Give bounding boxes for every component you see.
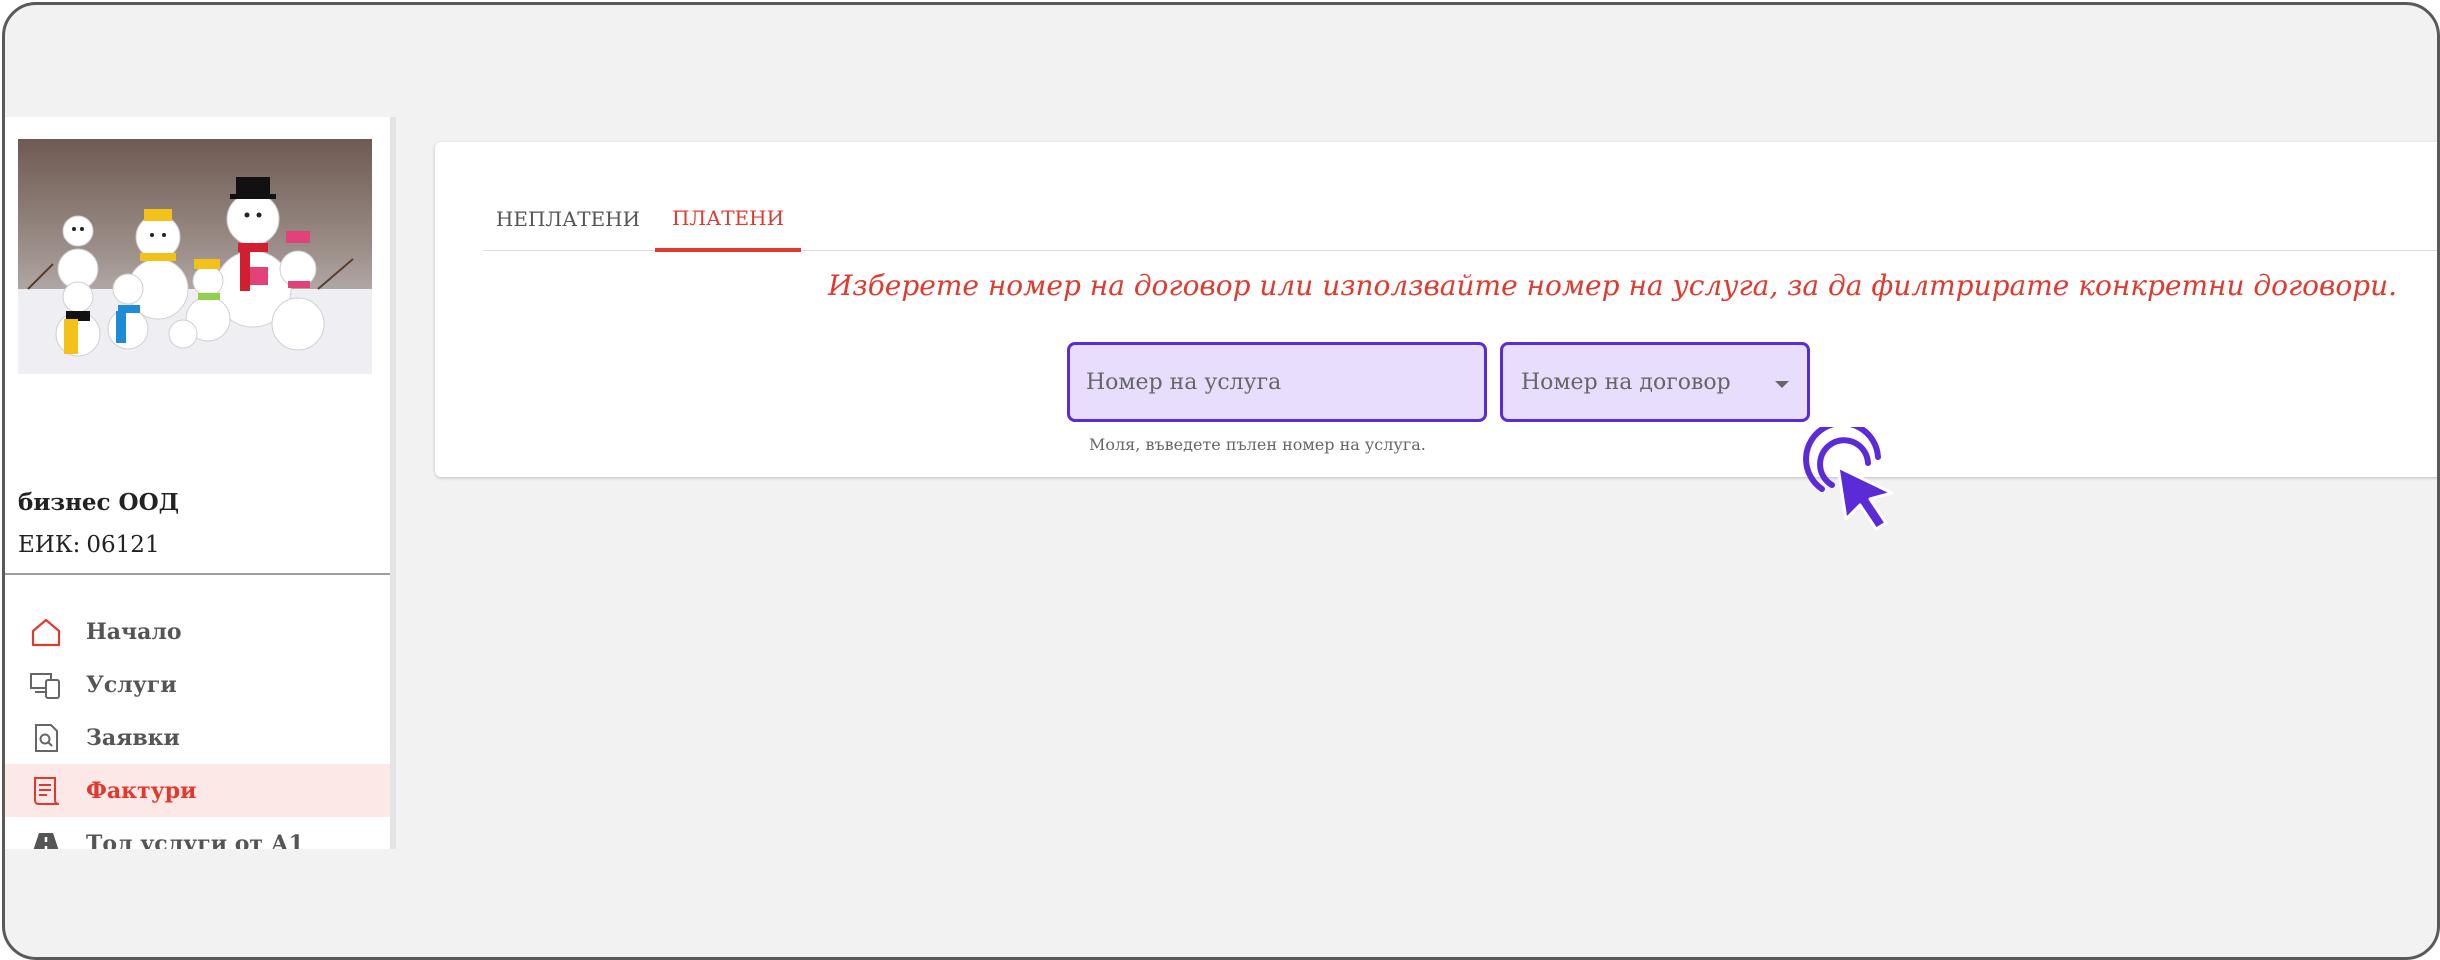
sidebar-item-toll[interactable]: Тол услуги от А1: [5, 817, 390, 849]
sidebar-item-invoices[interactable]: Фактури: [5, 764, 390, 817]
sidebar-item-label: Фактури: [86, 777, 197, 804]
chevron-down-icon: [1775, 381, 1789, 388]
sidebar-item-label: Начало: [86, 618, 182, 645]
service-number-placeholder: Номер на услуга: [1086, 369, 1282, 395]
sidebar-item-requests[interactable]: Заявки: [5, 711, 390, 764]
filter-notice: Изберете номер на договор или използвайт…: [828, 269, 2398, 302]
service-number-hint: Моля, въведете пълен номер на услуга.: [1089, 435, 1426, 454]
tab-unpaid[interactable]: НЕПЛАТЕНИ: [483, 188, 653, 250]
eik-value: 06121: [86, 532, 160, 558]
invoice-tabs: НЕПЛАТЕНИ ПЛАТЕНИ: [483, 188, 2437, 252]
company-eik: ЕИК: 06121: [18, 532, 160, 558]
contract-number-placeholder: Номер на договор: [1521, 369, 1731, 395]
invoice-icon: [29, 776, 63, 806]
road-icon: [29, 829, 63, 849]
sidebar-item-services[interactable]: Услуги: [5, 658, 390, 711]
snowmen-photo: [18, 139, 372, 374]
company-name: бизнес ООД: [18, 489, 180, 516]
tab-paid[interactable]: ПЛАТЕНИ: [655, 188, 801, 252]
sidebar-nav: Начало Услуги Заявки Фактури Тол услуги …: [5, 605, 390, 849]
sidebar-divider: [5, 573, 390, 575]
sidebar-item-label: Услуги: [86, 671, 177, 698]
invoices-card: НЕПЛАТЕНИ ПЛАТЕНИ Изберете номер на дого…: [435, 142, 2437, 477]
browser-frame: бизнес ООД ЕИК: 06121 Начало Услуги Заяв…: [2, 2, 2440, 960]
home-icon: [29, 617, 63, 647]
sidebar: бизнес ООД ЕИК: 06121 Начало Услуги Заяв…: [5, 117, 396, 849]
contract-number-select[interactable]: Номер на договор: [1500, 342, 1810, 422]
sidebar-item-label: Заявки: [86, 724, 180, 751]
eik-label: ЕИК:: [18, 532, 81, 558]
document-search-icon: [29, 723, 63, 753]
devices-icon: [29, 670, 63, 700]
click-cursor-icon: [1800, 420, 1910, 537]
sidebar-item-home[interactable]: Начало: [5, 605, 390, 658]
sidebar-item-label: Тол услуги от А1: [86, 830, 304, 850]
service-number-input[interactable]: Номер на услуга: [1067, 342, 1487, 422]
